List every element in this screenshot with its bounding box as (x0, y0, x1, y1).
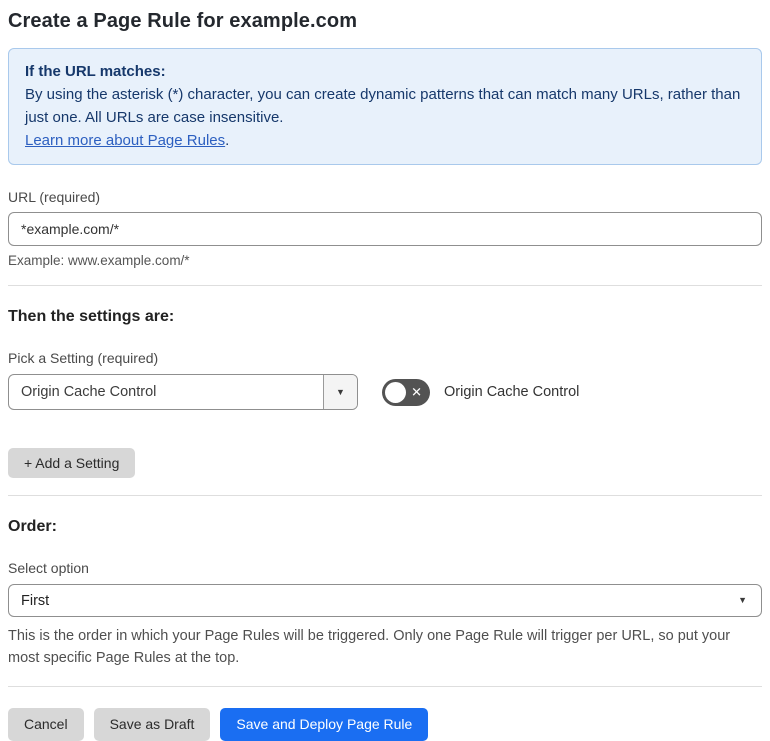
setting-picker-label: Pick a Setting (required) (8, 350, 159, 366)
page-rule-form: Create a Page Rule for example.com If th… (0, 0, 770, 741)
footer-actions: Cancel Save as Draft Save and Deploy Pag… (8, 708, 762, 741)
cancel-button[interactable]: Cancel (8, 708, 84, 741)
url-example-text: Example: www.example.com/* (8, 253, 190, 268)
save-draft-button[interactable]: Save as Draft (93, 708, 211, 741)
page-title: Create a Page Rule for example.com (8, 10, 358, 32)
divider (8, 495, 762, 496)
add-setting-button[interactable]: + Add a Setting (8, 448, 136, 478)
url-input[interactable] (8, 212, 762, 246)
info-box-link-line: Learn more about Page Rules. (25, 129, 745, 152)
url-match-info-box: If the URL matches: By using the asteris… (8, 48, 762, 165)
order-select-label: Select option (8, 560, 89, 576)
settings-heading: Then the settings are: (8, 308, 175, 325)
info-box-body: By using the asterisk (*) character, you… (25, 86, 741, 126)
order-help-text: This is the order in which your Page Rul… (8, 628, 731, 666)
divider (8, 285, 762, 286)
order-select-value: First (21, 592, 50, 609)
learn-more-link[interactable]: Learn more about Page Rules (25, 132, 225, 149)
chevron-down-icon: ▼ (336, 386, 345, 397)
setting-select-arrow-button[interactable]: ▼ (323, 375, 357, 409)
order-heading: Order: (8, 518, 57, 535)
setting-select-value: Origin Cache Control (21, 384, 157, 400)
toggle-knob (385, 381, 406, 403)
order-select[interactable]: First ▼ (8, 584, 762, 617)
chevron-down-icon: ▼ (738, 595, 747, 605)
save-deploy-button[interactable]: Save and Deploy Page Rule (220, 708, 429, 741)
setting-row: Origin Cache Control ▼ ✕ Origin Cache Co… (8, 374, 762, 410)
link-suffix: . (225, 132, 230, 149)
setting-select[interactable]: Origin Cache Control ▼ (8, 374, 358, 410)
url-label: URL (required) (8, 189, 101, 205)
origin-cache-control-toggle[interactable]: ✕ (382, 378, 430, 406)
info-box-heading: If the URL matches: (25, 63, 166, 80)
divider (8, 686, 762, 687)
toggle-label: Origin Cache Control (444, 384, 580, 400)
x-icon: ✕ (411, 384, 422, 400)
order-caret-zone: ▼ (738, 585, 761, 616)
